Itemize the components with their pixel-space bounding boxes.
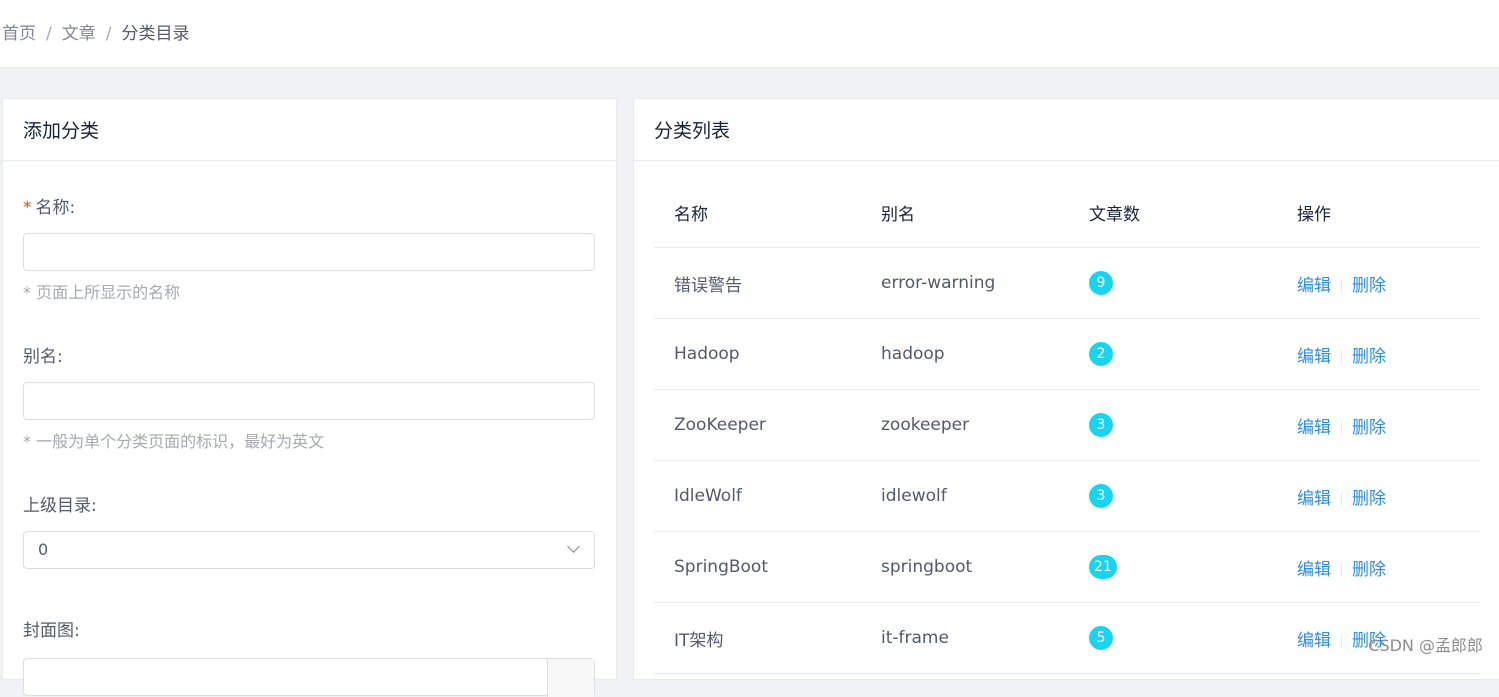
category-table: 名称 别名 文章数 操作 错误警告 error-warning 9 编辑 删除 H… bbox=[654, 177, 1480, 674]
breadcrumb-home[interactable]: 首页 bbox=[2, 22, 36, 46]
delete-link[interactable]: 删除 bbox=[1352, 347, 1386, 367]
name-label-text: 名称: bbox=[35, 198, 76, 218]
cell-actions: 编辑 删除 bbox=[1277, 318, 1480, 390]
cell-actions: 编辑 删除 bbox=[1277, 460, 1480, 532]
breadcrumb-articles[interactable]: 文章 bbox=[62, 22, 96, 46]
parent-select[interactable]: 0 bbox=[23, 531, 595, 569]
cell-name: ZooKeeper bbox=[654, 389, 861, 461]
table-row: Hadoop hadoop 2 编辑 删除 bbox=[654, 318, 1480, 390]
count-badge: 9 bbox=[1089, 271, 1113, 295]
delete-link[interactable]: 删除 bbox=[1352, 418, 1386, 438]
category-list-title: 分类列表 bbox=[634, 99, 1499, 161]
watermark: CSDN @孟郎郎 bbox=[1368, 636, 1483, 655]
alias-hint: * 一般为单个分类页面的标识，最好为英文 bbox=[23, 432, 325, 451]
edit-link[interactable]: 编辑 bbox=[1297, 489, 1331, 509]
name-label: * 名称: bbox=[23, 193, 75, 218]
edit-link[interactable]: 编辑 bbox=[1297, 347, 1331, 367]
edit-link[interactable]: 编辑 bbox=[1297, 418, 1331, 438]
edit-link[interactable]: 编辑 bbox=[1297, 560, 1331, 580]
add-category-panel: 添加分类 * 名称: * 页面上所显示的名称 别名: * 一般为单个分类页面的标识… bbox=[2, 98, 617, 697]
column-header-name: 名称 bbox=[654, 177, 861, 248]
cell-alias: hadoop bbox=[861, 318, 1069, 390]
cell-actions: 编辑 删除 bbox=[1277, 389, 1480, 461]
column-header-actions: 操作 bbox=[1277, 177, 1480, 248]
table-row: IdleWolf idlewolf 3 编辑 删除 bbox=[654, 460, 1480, 532]
breadcrumb-separator: / bbox=[46, 24, 52, 44]
breadcrumb: 首页 / 文章 / 分类目录 bbox=[2, 22, 189, 46]
count-badge: 2 bbox=[1089, 342, 1113, 366]
table-header-row: 名称 别名 文章数 操作 bbox=[654, 177, 1480, 248]
count-badge: 3 bbox=[1089, 484, 1113, 508]
breadcrumb-current: 分类目录 bbox=[121, 24, 190, 44]
table-row: ZooKeeper zookeeper 3 编辑 删除 bbox=[654, 389, 1480, 461]
cell-name: IdleWolf bbox=[654, 460, 861, 532]
edit-link[interactable]: 编辑 bbox=[1297, 276, 1331, 296]
cell-count: 21 bbox=[1069, 531, 1277, 603]
delete-link[interactable]: 删除 bbox=[1352, 489, 1386, 509]
cell-actions: 编辑 删除 bbox=[1277, 531, 1480, 603]
cell-count: 3 bbox=[1069, 389, 1277, 461]
alias-input[interactable] bbox=[23, 382, 595, 420]
cell-count: 2 bbox=[1069, 318, 1277, 390]
parent-select-value: 0 bbox=[38, 540, 49, 559]
cell-alias: idlewolf bbox=[861, 460, 1069, 532]
action-divider bbox=[1341, 349, 1342, 364]
cell-alias: springboot bbox=[861, 531, 1069, 603]
breadcrumb-separator: / bbox=[105, 24, 112, 44]
cover-label: 封面图: bbox=[23, 621, 80, 641]
delete-link[interactable]: 删除 bbox=[1352, 276, 1386, 296]
parent-label: 上级目录: bbox=[23, 496, 97, 516]
name-input[interactable] bbox=[23, 233, 595, 271]
category-list-panel: 分类列表 名称 别名 文章数 操作 错误警告 error-warning 9 编… bbox=[633, 98, 1499, 680]
cover-upload-button[interactable] bbox=[547, 659, 594, 697]
count-badge: 3 bbox=[1089, 413, 1113, 437]
name-hint: * 页面上所显示的名称 bbox=[23, 283, 181, 302]
count-badge: 21 bbox=[1089, 555, 1117, 579]
column-header-alias: 别名 bbox=[861, 177, 1069, 248]
action-divider bbox=[1341, 278, 1342, 293]
top-bar: 首页 / 文章 / 分类目录 bbox=[0, 0, 1499, 68]
chevron-down-icon bbox=[567, 540, 580, 553]
column-header-count: 文章数 bbox=[1069, 177, 1277, 248]
count-badge: 5 bbox=[1089, 626, 1113, 650]
cell-name: SpringBoot bbox=[654, 531, 861, 603]
cell-count: 5 bbox=[1069, 602, 1277, 674]
action-divider bbox=[1341, 562, 1342, 577]
cell-count: 9 bbox=[1069, 247, 1277, 319]
action-divider bbox=[1341, 491, 1342, 506]
required-mark: * bbox=[23, 198, 32, 218]
action-divider bbox=[1341, 633, 1342, 648]
table-row: 错误警告 error-warning 9 编辑 删除 bbox=[654, 247, 1480, 319]
cell-alias: error-warning bbox=[861, 247, 1069, 319]
action-divider bbox=[1341, 420, 1342, 435]
table-row: IT架构 it-frame 5 编辑 删除 bbox=[654, 602, 1480, 674]
cell-alias: it-frame bbox=[861, 602, 1069, 674]
cell-name: 错误警告 bbox=[654, 247, 861, 319]
cell-name: Hadoop bbox=[654, 318, 861, 390]
cell-count: 3 bbox=[1069, 460, 1277, 532]
add-category-title: 添加分类 bbox=[3, 99, 616, 161]
cell-name: IT架构 bbox=[654, 602, 861, 674]
cell-actions: 编辑 删除 bbox=[1277, 247, 1480, 319]
cell-alias: zookeeper bbox=[861, 389, 1069, 461]
alias-label: 别名: bbox=[23, 347, 63, 367]
edit-link[interactable]: 编辑 bbox=[1297, 631, 1331, 651]
table-row: SpringBoot springboot 21 编辑 删除 bbox=[654, 531, 1480, 603]
delete-link[interactable]: 删除 bbox=[1352, 560, 1386, 580]
